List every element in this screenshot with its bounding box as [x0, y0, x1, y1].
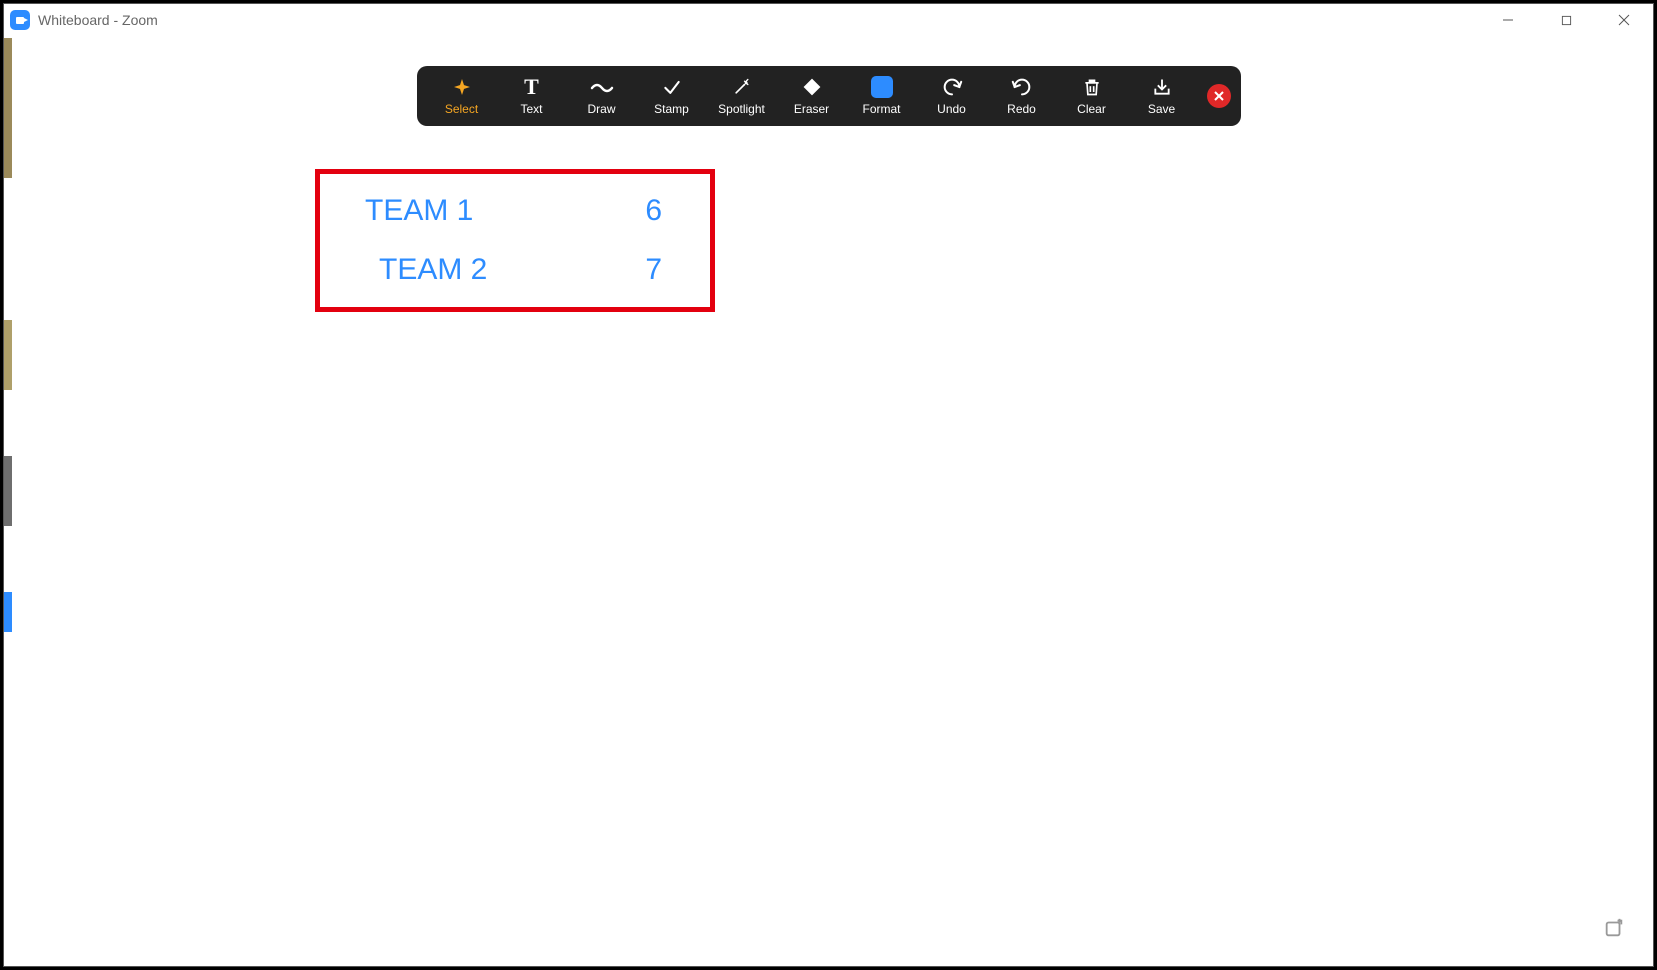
- window-controls: [1479, 4, 1653, 36]
- close-window-button[interactable]: [1595, 4, 1653, 36]
- score-box-shape[interactable]: TEAM 1 6 TEAM 2 7: [315, 169, 715, 312]
- spotlight-icon: [732, 76, 752, 98]
- tool-select[interactable]: Select: [427, 72, 497, 120]
- tool-label: Undo: [937, 102, 966, 116]
- tool-spotlight[interactable]: Spotlight: [707, 72, 777, 120]
- tool-label: Select: [445, 102, 478, 116]
- tool-label: Stamp: [654, 102, 689, 116]
- tool-format[interactable]: Format: [847, 72, 917, 120]
- tool-label: Spotlight: [718, 102, 765, 116]
- team-score[interactable]: 6: [645, 194, 680, 228]
- team-name[interactable]: TEAM 1: [365, 194, 473, 228]
- eraser-icon: [801, 76, 823, 98]
- undo-icon: [941, 76, 963, 98]
- save-icon: [1152, 76, 1172, 98]
- tool-eraser[interactable]: Eraser: [777, 72, 847, 120]
- select-icon: [452, 76, 472, 98]
- app-window: Whiteboard - Zoom Sele: [3, 3, 1654, 967]
- window-title: Whiteboard - Zoom: [38, 12, 158, 28]
- tool-label: Redo: [1007, 102, 1036, 116]
- close-toolbar-button[interactable]: [1207, 84, 1231, 108]
- trash-icon: [1082, 76, 1102, 98]
- score-row: TEAM 2 7: [365, 253, 680, 287]
- tool-save[interactable]: Save: [1127, 72, 1197, 120]
- score-row: TEAM 1 6: [365, 194, 680, 228]
- popout-icon[interactable]: [1603, 917, 1625, 944]
- tool-draw[interactable]: Draw: [567, 72, 637, 120]
- draw-icon: [590, 76, 614, 98]
- title-bar: Whiteboard - Zoom: [4, 4, 1653, 36]
- tool-label: Clear: [1077, 102, 1106, 116]
- tool-label: Save: [1148, 102, 1175, 116]
- text-icon: T: [524, 76, 539, 98]
- tool-undo[interactable]: Undo: [917, 72, 987, 120]
- annotation-toolbar: Select T Text Draw Stamp: [417, 66, 1241, 126]
- tool-label: Draw: [587, 102, 615, 116]
- tool-stamp[interactable]: Stamp: [637, 72, 707, 120]
- tool-clear[interactable]: Clear: [1057, 72, 1127, 120]
- maximize-button[interactable]: [1537, 4, 1595, 36]
- team-score[interactable]: 7: [645, 253, 680, 287]
- zoom-app-icon: [10, 10, 30, 30]
- tool-label: Format: [862, 102, 900, 116]
- format-icon: [871, 76, 893, 98]
- tool-label: Text: [520, 102, 542, 116]
- left-edge-decor: [4, 4, 12, 966]
- minimize-button[interactable]: [1479, 4, 1537, 36]
- tool-text[interactable]: T Text: [497, 72, 567, 120]
- redo-icon: [1011, 76, 1033, 98]
- stamp-icon: [662, 76, 682, 98]
- tool-redo[interactable]: Redo: [987, 72, 1057, 120]
- tool-label: Eraser: [794, 102, 829, 116]
- team-name[interactable]: TEAM 2: [365, 253, 487, 287]
